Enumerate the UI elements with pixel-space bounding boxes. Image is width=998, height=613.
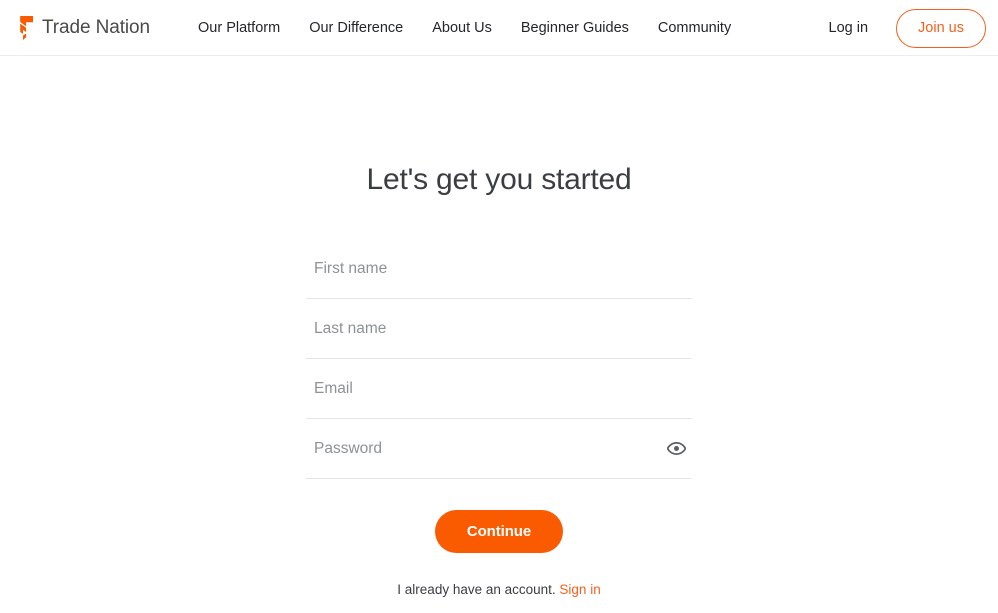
email-input[interactable]	[306, 359, 692, 418]
page-title: Let's get you started	[366, 163, 632, 196]
first-name-input[interactable]	[306, 239, 692, 298]
first-name-field[interactable]	[306, 239, 692, 299]
join-us-button[interactable]: Join us	[896, 8, 986, 48]
continue-button[interactable]: Continue	[435, 510, 563, 553]
brand-logo[interactable]: Trade Nation	[12, 0, 150, 56]
existing-account-note: I already have an account. Sign in	[397, 582, 600, 597]
signup-form: Continue	[306, 239, 692, 553]
last-name-field[interactable]	[306, 299, 692, 359]
nav-item-our-difference[interactable]: Our Difference	[309, 0, 403, 56]
site-header: Trade Nation Our Platform Our Difference…	[0, 0, 998, 56]
existing-account-text: I already have an account.	[397, 582, 556, 597]
nav-item-beginner-guides[interactable]: Beginner Guides	[521, 0, 629, 56]
email-field[interactable]	[306, 359, 692, 419]
nav-item-our-platform[interactable]: Our Platform	[198, 0, 280, 56]
header-actions: Log in Join us	[829, 0, 986, 56]
primary-navigation: Our Platform Our Difference About Us Beg…	[198, 0, 731, 56]
password-input[interactable]	[306, 419, 692, 478]
log-in-link[interactable]: Log in	[829, 20, 869, 36]
nav-item-community[interactable]: Community	[658, 0, 731, 56]
signup-page: Let's get you started Continue I already	[0, 56, 998, 613]
sign-in-link[interactable]: Sign in	[559, 582, 600, 597]
eye-icon[interactable]	[663, 436, 689, 462]
brand-name: Trade Nation	[42, 17, 150, 38]
trade-nation-logo-icon	[12, 15, 34, 41]
password-field[interactable]	[306, 419, 692, 479]
nav-item-about-us[interactable]: About Us	[432, 0, 492, 56]
submit-row: Continue	[306, 510, 692, 553]
last-name-input[interactable]	[306, 299, 692, 358]
